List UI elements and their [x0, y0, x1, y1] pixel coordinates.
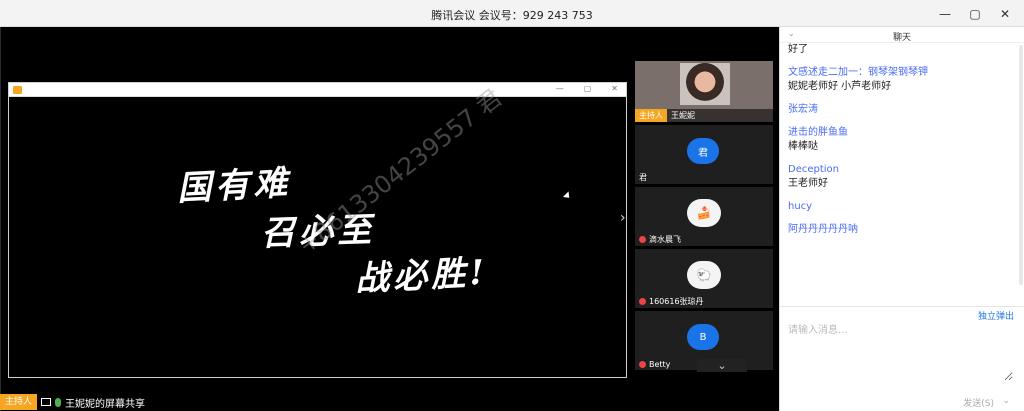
participant-name: 君	[639, 173, 647, 182]
message-text: 妮妮老师好 小芦老师好	[788, 81, 892, 92]
chat-message: 好了	[788, 43, 1013, 57]
mouse-cursor-icon	[562, 191, 573, 201]
window-controls: — ▢ ✕	[930, 0, 1020, 27]
shared-close-icon: ✕	[611, 84, 618, 93]
participant-tile[interactable]: 主持人 王妮妮	[635, 61, 773, 122]
participant-name: 滴水晨飞	[649, 235, 681, 244]
close-button[interactable]: ✕	[990, 0, 1020, 27]
participant-video	[680, 63, 730, 105]
share-status-bar: 主持人 王妮妮的屏幕共享	[0, 394, 145, 410]
message-sender[interactable]: hucy	[788, 200, 1013, 214]
participant-tile[interactable]: 🐑 160616张琼丹	[635, 249, 773, 308]
message-text: 好了	[788, 44, 808, 55]
participant-name: Betty	[649, 360, 671, 369]
host-badge: 主持人	[635, 109, 667, 122]
shared-window-controls: — ▢ ✕	[556, 84, 618, 93]
avatar: B	[687, 324, 719, 350]
shared-screen: — ▢ ✕ 国有难 召必至 战必胜! +8613304239557 君	[8, 82, 627, 378]
message-text: 王老师好	[788, 178, 828, 189]
message-sender[interactable]: 文感述走二加一：钢琴架钢琴钾	[788, 66, 1013, 80]
chat-message: 进击的胖鱼鱼 棒棒哒	[788, 126, 1013, 154]
participant-info-bar: 滴水晨飞	[639, 234, 681, 245]
send-button[interactable]: 发送(S)	[963, 396, 994, 409]
participant-info-bar: 160616张琼丹	[639, 296, 704, 307]
maximize-button[interactable]: ▢	[960, 0, 990, 27]
chat-input[interactable]	[788, 321, 1013, 381]
mic-icon	[55, 397, 62, 407]
participant-info-bar: 君	[639, 172, 647, 183]
chat-message: Deception 王老师好	[788, 163, 1013, 191]
app-icon	[13, 86, 22, 94]
avatar: 君	[687, 138, 719, 164]
chevron-down-icon[interactable]: ⌄	[697, 359, 747, 372]
send-options-icon[interactable]: ⌄	[1002, 396, 1010, 406]
message-sender[interactable]: 张宏涛	[788, 103, 1013, 117]
shared-window-titlebar: — ▢ ✕	[9, 83, 626, 97]
chat-message: 文感述走二加一：钢琴架钢琴钾 妮妮老师好 小芦老师好	[788, 66, 1013, 94]
participant-info-bar: Betty	[639, 360, 670, 369]
message-sender[interactable]: 进击的胖鱼鱼	[788, 126, 1013, 140]
chat-header: ⌄ 聊天	[780, 27, 1024, 43]
minimize-button[interactable]: —	[930, 0, 960, 27]
participant-tile[interactable]: 🍰 滴水晨飞	[635, 187, 773, 246]
chat-panel: ⌄ 聊天 好了 文感述走二加一：钢琴架钢琴钾 妮妮老师好 小芦老师好 张宏涛 进…	[779, 27, 1024, 411]
chat-title: 聊天	[892, 33, 911, 43]
shared-maximize-icon: ▢	[583, 84, 592, 93]
watermark: +8613304239557 君	[292, 83, 508, 260]
calligraphy-line-1: 国有难	[176, 163, 293, 209]
divider	[780, 306, 1024, 307]
participant-info-bar: 主持人 王妮妮	[635, 109, 773, 122]
chat-message: 阿丹丹丹丹丹呐	[788, 223, 1013, 237]
chat-message: 张宏涛	[788, 103, 1013, 117]
share-label: 王妮妮的屏幕共享	[65, 398, 146, 410]
avatar: 🍰	[687, 199, 721, 227]
participant-list: 主持人 王妮妮 君 君 🍰 滴水晨飞 🐑 160616张琼丹 B Betty	[635, 61, 775, 373]
mic-muted-icon	[639, 298, 646, 305]
chat-message-list: 好了 文感述走二加一：钢琴架钢琴钾 妮妮老师好 小芦老师好 张宏涛 进击的胖鱼鱼…	[788, 43, 1013, 237]
title-bar: 腾讯会议 会议号：929 243 753 — ▢ ✕	[0, 0, 1024, 27]
mic-muted-icon	[639, 236, 646, 243]
participant-name: 王妮妮	[671, 111, 695, 120]
window-title: 腾讯会议 会议号：929 243 753	[431, 9, 593, 22]
message-text: 棒棒哒	[788, 141, 818, 152]
calligraphy-line-3: 战必胜!	[354, 252, 490, 300]
chat-message: hucy	[788, 200, 1013, 214]
host-badge: 主持人	[0, 394, 38, 410]
chevron-right-icon[interactable]: ›	[620, 210, 626, 226]
message-sender[interactable]: 阿丹丹丹丹丹呐	[788, 223, 1013, 237]
mic-muted-icon	[639, 361, 646, 368]
avatar: 🐑	[687, 261, 721, 289]
chat-scrollbar[interactable]	[1019, 45, 1023, 285]
shared-minimize-icon: —	[555, 84, 564, 93]
message-sender[interactable]: Deception	[788, 163, 1013, 177]
participant-name: 160616张琼丹	[649, 297, 704, 306]
participant-tile[interactable]: 君 君	[635, 125, 773, 184]
meeting-stage: — ▢ ✕ 国有难 召必至 战必胜! +8613304239557 君 › 主持…	[0, 27, 779, 411]
screen-share-icon	[41, 398, 52, 406]
